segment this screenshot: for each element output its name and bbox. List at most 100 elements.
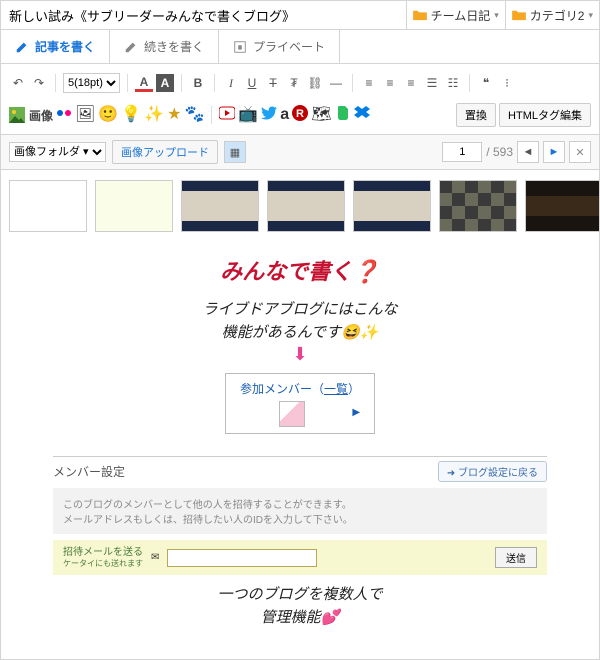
star-icon[interactable]: ★ bbox=[167, 107, 181, 123]
title-input[interactable] bbox=[1, 1, 406, 29]
tab-write-label: 記事を書く bbox=[35, 38, 95, 55]
map-icon[interactable]: 🗺 bbox=[311, 107, 331, 123]
thumb-icon bbox=[279, 401, 305, 427]
rakuten-icon[interactable]: R bbox=[292, 105, 308, 125]
folder-icon bbox=[512, 9, 526, 21]
list-ul-icon[interactable]: ☰ bbox=[423, 74, 441, 92]
image-folder-select[interactable]: 画像フォルダ ▾ bbox=[9, 142, 106, 162]
html-edit-button[interactable]: HTMLタグ編集 bbox=[499, 103, 591, 127]
page-input[interactable] bbox=[442, 142, 482, 162]
invite-email-input[interactable] bbox=[167, 549, 317, 567]
category-2-select[interactable]: カテゴリ2 ▾ bbox=[505, 1, 599, 29]
arrow-down-icon: ⬇ bbox=[13, 344, 587, 365]
bg-color-icon[interactable]: A bbox=[156, 74, 174, 92]
list-ol-icon[interactable]: ☷ bbox=[444, 74, 462, 92]
tab-continue-label: 続きを書く bbox=[144, 38, 204, 55]
info-text: このブログのメンバーとして他の人を招待することができます。 bbox=[63, 496, 537, 511]
image-icon bbox=[9, 107, 25, 123]
category-1-select[interactable]: チーム日記 ▾ bbox=[406, 1, 505, 29]
thumbnail-strip bbox=[0, 170, 600, 242]
separator bbox=[352, 74, 353, 92]
tab-write[interactable]: 記事を書く bbox=[1, 30, 110, 63]
thumbnail[interactable] bbox=[525, 180, 600, 232]
info-text: メールアドレスもしくは、招待したい人のIDを入力して下さい。 bbox=[63, 511, 537, 526]
content-text: ライブドアブログにはこんな bbox=[13, 298, 587, 319]
member-link-box[interactable]: 参加メンバー（一覧） ▶ bbox=[225, 373, 375, 434]
mail-icon: ✉ bbox=[151, 552, 159, 563]
tab-private[interactable]: プライベート bbox=[219, 30, 340, 63]
invite-label: 招待メールを送るケータイにも送れます bbox=[63, 546, 143, 569]
svg-text:R: R bbox=[296, 108, 304, 120]
prev-page-button[interactable]: ◄ bbox=[517, 141, 539, 163]
strike-icon[interactable]: T bbox=[264, 74, 282, 92]
dropbox-icon[interactable] bbox=[354, 105, 370, 125]
info-box: このブログのメンバーとして他の人を招待することができます。 メールアドレスもしく… bbox=[53, 488, 547, 534]
member-settings-panel: メンバー設定 ➜ ブログ設定に戻る bbox=[53, 456, 547, 480]
page-total: / 593 bbox=[486, 145, 513, 159]
thumbnail[interactable] bbox=[353, 180, 431, 232]
send-invite-button[interactable]: 送信 bbox=[495, 547, 537, 568]
thumbnail[interactable] bbox=[9, 180, 87, 232]
editor-content[interactable]: みんなで書く❓ ライブドアブログにはこんな 機能があるんです😆✨ ⬇ 参加メンバ… bbox=[0, 242, 600, 660]
separator bbox=[127, 74, 128, 92]
nico-icon[interactable]: 📺 bbox=[238, 107, 258, 123]
separator bbox=[214, 74, 215, 92]
separator bbox=[469, 74, 470, 92]
content-heading: みんなで書く❓ bbox=[13, 254, 587, 286]
redo-icon[interactable]: ↷ bbox=[30, 74, 48, 92]
paw-icon[interactable]: 🐾 bbox=[184, 107, 204, 123]
content-text: 一つのブログを複数人で bbox=[13, 583, 587, 604]
thumbnail[interactable] bbox=[95, 180, 173, 232]
separator bbox=[211, 106, 212, 124]
align-left-icon[interactable]: ≡ bbox=[360, 74, 378, 92]
edit-icon bbox=[124, 40, 138, 54]
content-text: 管理機能💕 bbox=[13, 606, 587, 627]
edit-icon bbox=[15, 40, 29, 54]
chevron-down-icon: ▾ bbox=[588, 10, 593, 21]
thumbnail[interactable] bbox=[439, 180, 517, 232]
replace-button[interactable]: 置換 bbox=[456, 103, 496, 127]
separator bbox=[55, 74, 56, 92]
align-center-icon[interactable]: ≡ bbox=[381, 74, 399, 92]
amazon-icon[interactable]: a bbox=[280, 107, 289, 123]
image-upload-button[interactable]: 画像アップロード bbox=[112, 140, 218, 164]
twitter-icon[interactable] bbox=[261, 105, 277, 125]
content-text: 機能があるんです😆✨ bbox=[13, 321, 587, 342]
folder-icon bbox=[413, 9, 427, 21]
image-label: 画像 bbox=[29, 107, 53, 124]
bold-icon[interactable]: B bbox=[189, 74, 207, 92]
italic-icon[interactable]: I bbox=[222, 74, 240, 92]
flickr-icon[interactable] bbox=[56, 105, 72, 125]
underline-icon[interactable]: U bbox=[243, 74, 261, 92]
tab-private-label: プライベート bbox=[253, 38, 325, 55]
text-color-icon[interactable]: A bbox=[135, 74, 153, 92]
lock-private-icon bbox=[233, 40, 247, 54]
arrow-right-icon: ▶ bbox=[352, 407, 360, 418]
grid-view-icon[interactable]: ▦ bbox=[224, 141, 246, 163]
font-size-select[interactable]: 5(18pt) bbox=[63, 73, 120, 93]
link-icon[interactable]: ⛓ bbox=[306, 74, 324, 92]
sparkle-icon[interactable]: ✨ bbox=[144, 107, 164, 123]
close-panel-button[interactable]: ✕ bbox=[569, 141, 591, 163]
category-1-label: チーム日記 bbox=[431, 7, 491, 24]
youtube-icon[interactable] bbox=[219, 105, 235, 125]
font-size-icon[interactable]: ₮ bbox=[285, 74, 303, 92]
chevron-down-icon: ▾ bbox=[494, 10, 499, 21]
separator bbox=[181, 74, 182, 92]
next-page-button[interactable]: ► bbox=[543, 141, 565, 163]
tab-continue[interactable]: 続きを書く bbox=[110, 30, 219, 63]
more-icon[interactable]: ⁝ bbox=[498, 74, 516, 92]
quote-icon[interactable]: ❝ bbox=[477, 74, 495, 92]
image-button[interactable]: 画像 bbox=[9, 107, 53, 124]
evernote-icon[interactable] bbox=[335, 105, 351, 125]
clear-format-icon[interactable]: — bbox=[327, 74, 345, 92]
smiley-icon[interactable]: 🙂 bbox=[98, 107, 118, 123]
idea-icon[interactable]: 💡 bbox=[121, 107, 141, 123]
category-2-label: カテゴリ2 bbox=[530, 7, 585, 24]
gallery-icon[interactable]: 🖼 bbox=[75, 107, 95, 123]
thumbnail[interactable] bbox=[267, 180, 345, 232]
align-right-icon[interactable]: ≡ bbox=[402, 74, 420, 92]
back-to-settings-button[interactable]: ➜ ブログ設定に戻る bbox=[438, 461, 547, 482]
undo-icon[interactable]: ↶ bbox=[9, 74, 27, 92]
thumbnail[interactable] bbox=[181, 180, 259, 232]
